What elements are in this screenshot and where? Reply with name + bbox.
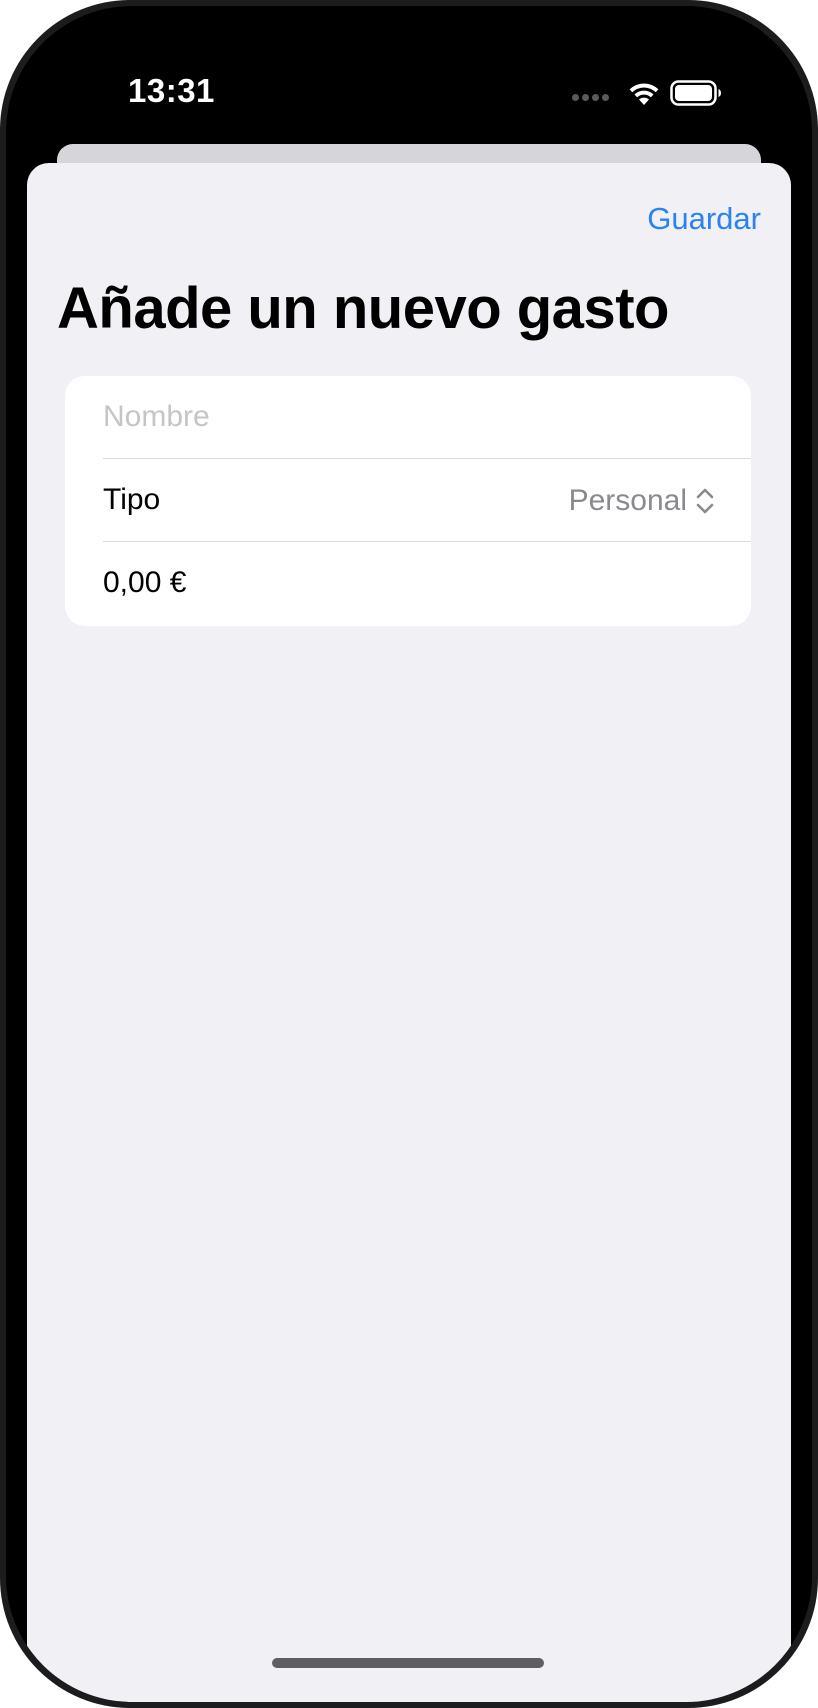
type-row[interactable]: Tipo Personal (103, 459, 751, 541)
type-picker-value: Personal (568, 484, 687, 517)
expense-form: Tipo Personal 0,00 € (65, 376, 751, 626)
chevron-up-down-icon (696, 488, 714, 514)
screen: 13:31 Guardar Añade un nuevo gasto Nombr… (6, 6, 812, 1702)
wifi-icon (629, 83, 659, 105)
amount-row: 0,00 € (103, 542, 751, 624)
home-indicator (272, 1658, 544, 1668)
amount-field[interactable]: 0,00 € (103, 566, 186, 600)
status-bar: 13:31 (6, 6, 812, 146)
name-input[interactable] (103, 376, 703, 458)
type-picker[interactable]: Personal (569, 481, 715, 521)
battery-icon (670, 80, 721, 106)
name-row (103, 376, 751, 458)
save-button[interactable]: Guardar (647, 201, 761, 237)
add-expense-sheet: Guardar Añade un nuevo gasto Tipo Person… (27, 163, 791, 1702)
signal-dots-icon (572, 94, 612, 102)
status-time: 13:31 (128, 72, 215, 109)
type-label: Tipo (103, 483, 161, 516)
page-title: Añade un nuevo gasto (57, 276, 669, 341)
phone-frame: 13:31 Guardar Añade un nuevo gasto Nombr… (0, 0, 818, 1708)
